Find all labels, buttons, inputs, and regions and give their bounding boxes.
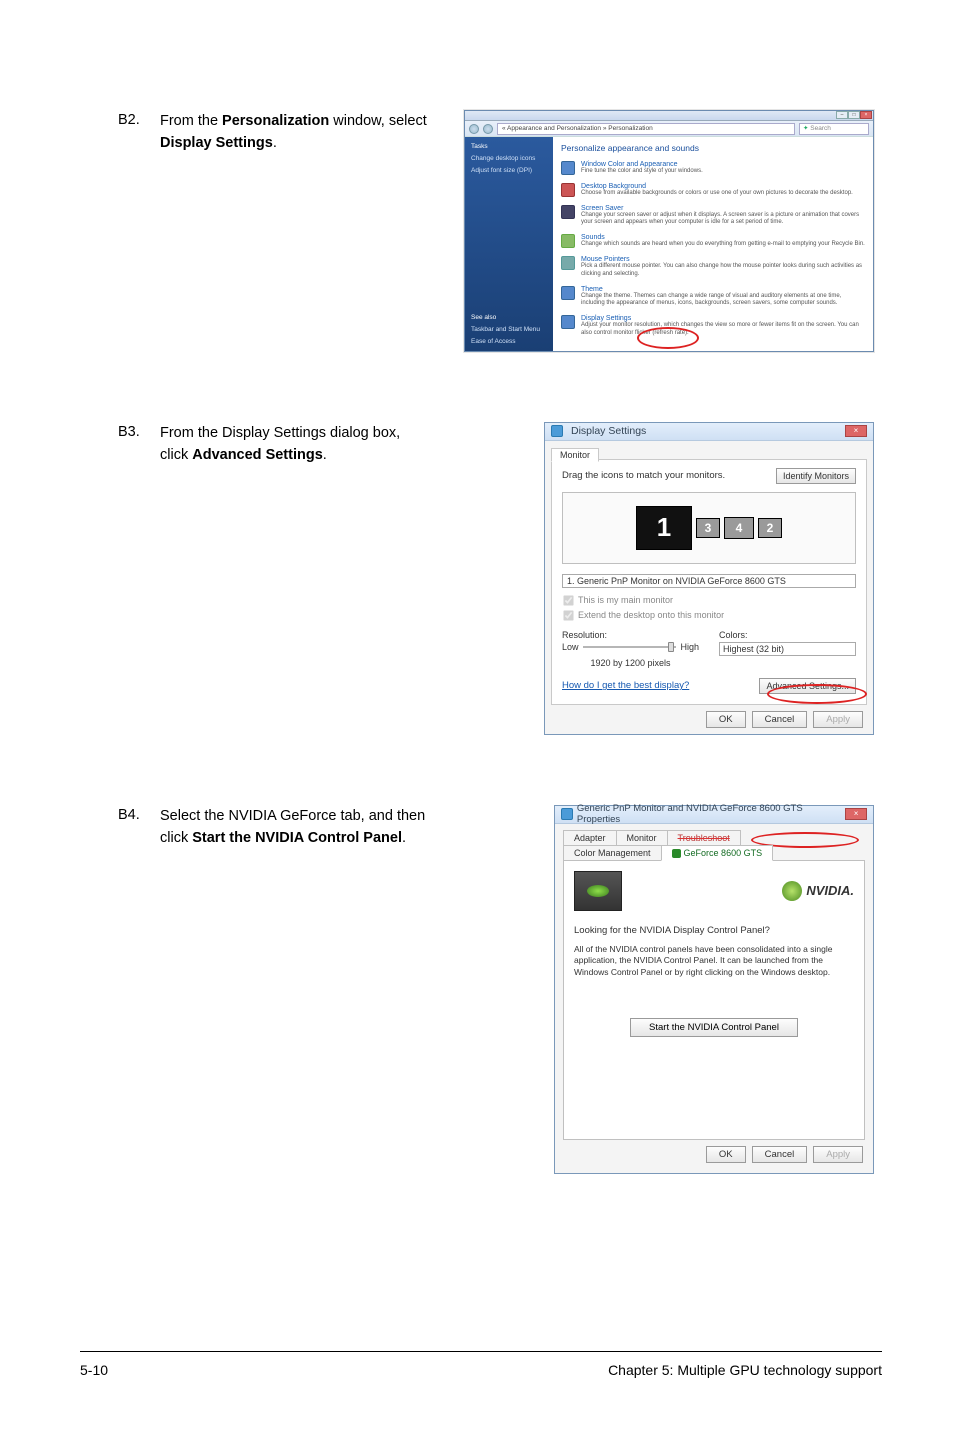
nvidia-eye-icon: [782, 881, 802, 901]
nvidia-properties-dialog: Generic PnP Monitor and NVIDIA GeForce 8…: [554, 805, 874, 1174]
window-icon: [561, 808, 573, 820]
step-number: B3.: [118, 422, 160, 444]
monitor-4[interactable]: 4: [724, 517, 754, 539]
window-color-icon: [561, 161, 575, 175]
checkbox-extend-desktop: Extend the desktop onto this monitor: [562, 609, 856, 622]
start-nvidia-cp-button[interactable]: Start the NVIDIA Control Panel: [630, 1018, 798, 1037]
link-window-color[interactable]: Window Color and Appearance: [581, 161, 865, 168]
sidebar: Tasks Change desktop icons Adjust font s…: [465, 137, 553, 351]
sidebar-link[interactable]: Taskbar and Start Menu: [471, 326, 547, 333]
ok-button[interactable]: OK: [706, 711, 746, 728]
tab-monitor[interactable]: Monitor: [616, 830, 668, 846]
tab-geforce[interactable]: GeForce 8600 GTS: [661, 845, 774, 861]
monitor-1[interactable]: 1: [636, 506, 692, 550]
tab-adapter[interactable]: Adapter: [563, 830, 617, 846]
nvidia-logo: NVIDIA.: [782, 881, 854, 901]
minimize-button[interactable]: –: [836, 111, 848, 119]
advanced-settings-button[interactable]: Advanced Settings...: [759, 678, 856, 694]
checkbox-main-monitor: This is my main monitor: [562, 594, 856, 607]
step-b4: B4. Select the NVIDIA GeForce tab, and t…: [118, 805, 874, 1174]
monitor-2[interactable]: 2: [758, 518, 782, 538]
step-number: B2.: [118, 110, 160, 132]
ok-button[interactable]: OK: [706, 1146, 746, 1163]
address-bar: « Appearance and Personalization » Perso…: [465, 121, 873, 137]
step-number: B4.: [118, 805, 160, 827]
drag-label: Drag the icons to match your monitors.: [562, 470, 725, 481]
breadcrumb[interactable]: « Appearance and Personalization » Perso…: [497, 123, 795, 135]
step-text: From the Display Settings dialog box, cl…: [160, 422, 440, 467]
window-icon: [551, 425, 563, 437]
close-button[interactable]: ×: [860, 111, 872, 119]
link-sounds[interactable]: Sounds: [581, 234, 865, 241]
mouse-icon: [561, 256, 575, 270]
help-link[interactable]: How do I get the best display?: [562, 680, 689, 691]
page-number: 5-10: [80, 1362, 108, 1378]
sounds-icon: [561, 234, 575, 248]
close-button[interactable]: ×: [845, 808, 867, 820]
nav-fwd-icon[interactable]: [483, 124, 493, 134]
resolution-slider[interactable]: Low High: [562, 642, 699, 652]
display-settings-dialog: Display Settings × Monitor Drag the icon…: [544, 422, 874, 735]
tab-strip: Adapter Monitor Troubleshoot Color Manag…: [563, 830, 865, 860]
display-settings-icon: [561, 315, 575, 329]
resolution-label: Resolution:: [562, 630, 699, 640]
window-titlebar: – □ ×: [465, 111, 873, 121]
theme-icon: [561, 286, 575, 300]
link-screensaver[interactable]: Screen Saver: [581, 205, 865, 212]
looking-for-label: Looking for the NVIDIA Display Control P…: [574, 925, 854, 936]
resolution-value: 1920 by 1200 pixels: [562, 658, 699, 668]
colors-label: Colors:: [719, 630, 856, 640]
monitor-tab-panel: Monitor Drag the icons to match your mon…: [551, 459, 867, 705]
step-b2: B2. From the Personalization window, sel…: [118, 110, 874, 352]
apply-button[interactable]: Apply: [813, 1146, 863, 1163]
sidebar-heading: Tasks: [471, 143, 547, 150]
step-b3: B3. From the Display Settings dialog box…: [118, 422, 874, 735]
cancel-button[interactable]: Cancel: [752, 711, 808, 728]
monitor-3[interactable]: 3: [696, 518, 720, 538]
description-text: All of the NVIDIA control panels have be…: [574, 944, 854, 978]
nav-back-icon[interactable]: [469, 124, 479, 134]
gpu-chip-icon: [574, 871, 622, 911]
monitor-select[interactable]: 1. Generic PnP Monitor on NVIDIA GeForce…: [562, 574, 856, 588]
panel-heading: Personalize appearance and sounds: [561, 143, 865, 153]
sidebar-link[interactable]: Ease of Access: [471, 338, 547, 345]
tab-troubleshoot[interactable]: Troubleshoot: [667, 830, 741, 846]
link-desktop-bg[interactable]: Desktop Background: [581, 183, 865, 190]
dialog-titlebar: Display Settings ×: [545, 423, 873, 441]
link-mouse[interactable]: Mouse Pointers: [581, 256, 865, 263]
step-text: Select the NVIDIA GeForce tab, and then …: [160, 805, 440, 850]
link-display-settings[interactable]: Display Settings: [581, 315, 865, 322]
main-panel: Personalize appearance and sounds Window…: [553, 137, 873, 351]
step-text: From the Personalization window, select …: [160, 110, 440, 155]
chapter-title: Chapter 5: Multiple GPU technology suppo…: [608, 1362, 882, 1378]
nvidia-icon: [672, 849, 681, 858]
tab-monitor[interactable]: Monitor: [551, 448, 599, 462]
link-theme[interactable]: Theme: [581, 286, 865, 293]
personalization-window: – □ × « Appearance and Personalization »…: [464, 110, 874, 352]
sidebar-link[interactable]: Change desktop icons: [471, 155, 547, 162]
geforce-tab-panel: NVIDIA. Looking for the NVIDIA Display C…: [563, 860, 865, 1140]
page-footer: 5-10 Chapter 5: Multiple GPU technology …: [80, 1351, 882, 1378]
tab-color-management[interactable]: Color Management: [563, 845, 662, 861]
sidebar-link[interactable]: Adjust font size (DPI): [471, 167, 547, 174]
apply-button[interactable]: Apply: [813, 711, 863, 728]
desktop-bg-icon: [561, 183, 575, 197]
monitor-arrangement[interactable]: 1 3 4 2: [562, 492, 856, 564]
cancel-button[interactable]: Cancel: [752, 1146, 808, 1163]
screensaver-icon: [561, 205, 575, 219]
sidebar-heading: See also: [471, 314, 547, 321]
close-button[interactable]: ×: [845, 425, 867, 437]
maximize-button[interactable]: □: [848, 111, 860, 119]
search-input[interactable]: ✦ Search: [799, 123, 869, 135]
identify-monitors-button[interactable]: Identify Monitors: [776, 468, 856, 484]
colors-select[interactable]: Highest (32 bit): [719, 642, 856, 656]
dialog-titlebar: Generic PnP Monitor and NVIDIA GeForce 8…: [555, 806, 873, 824]
